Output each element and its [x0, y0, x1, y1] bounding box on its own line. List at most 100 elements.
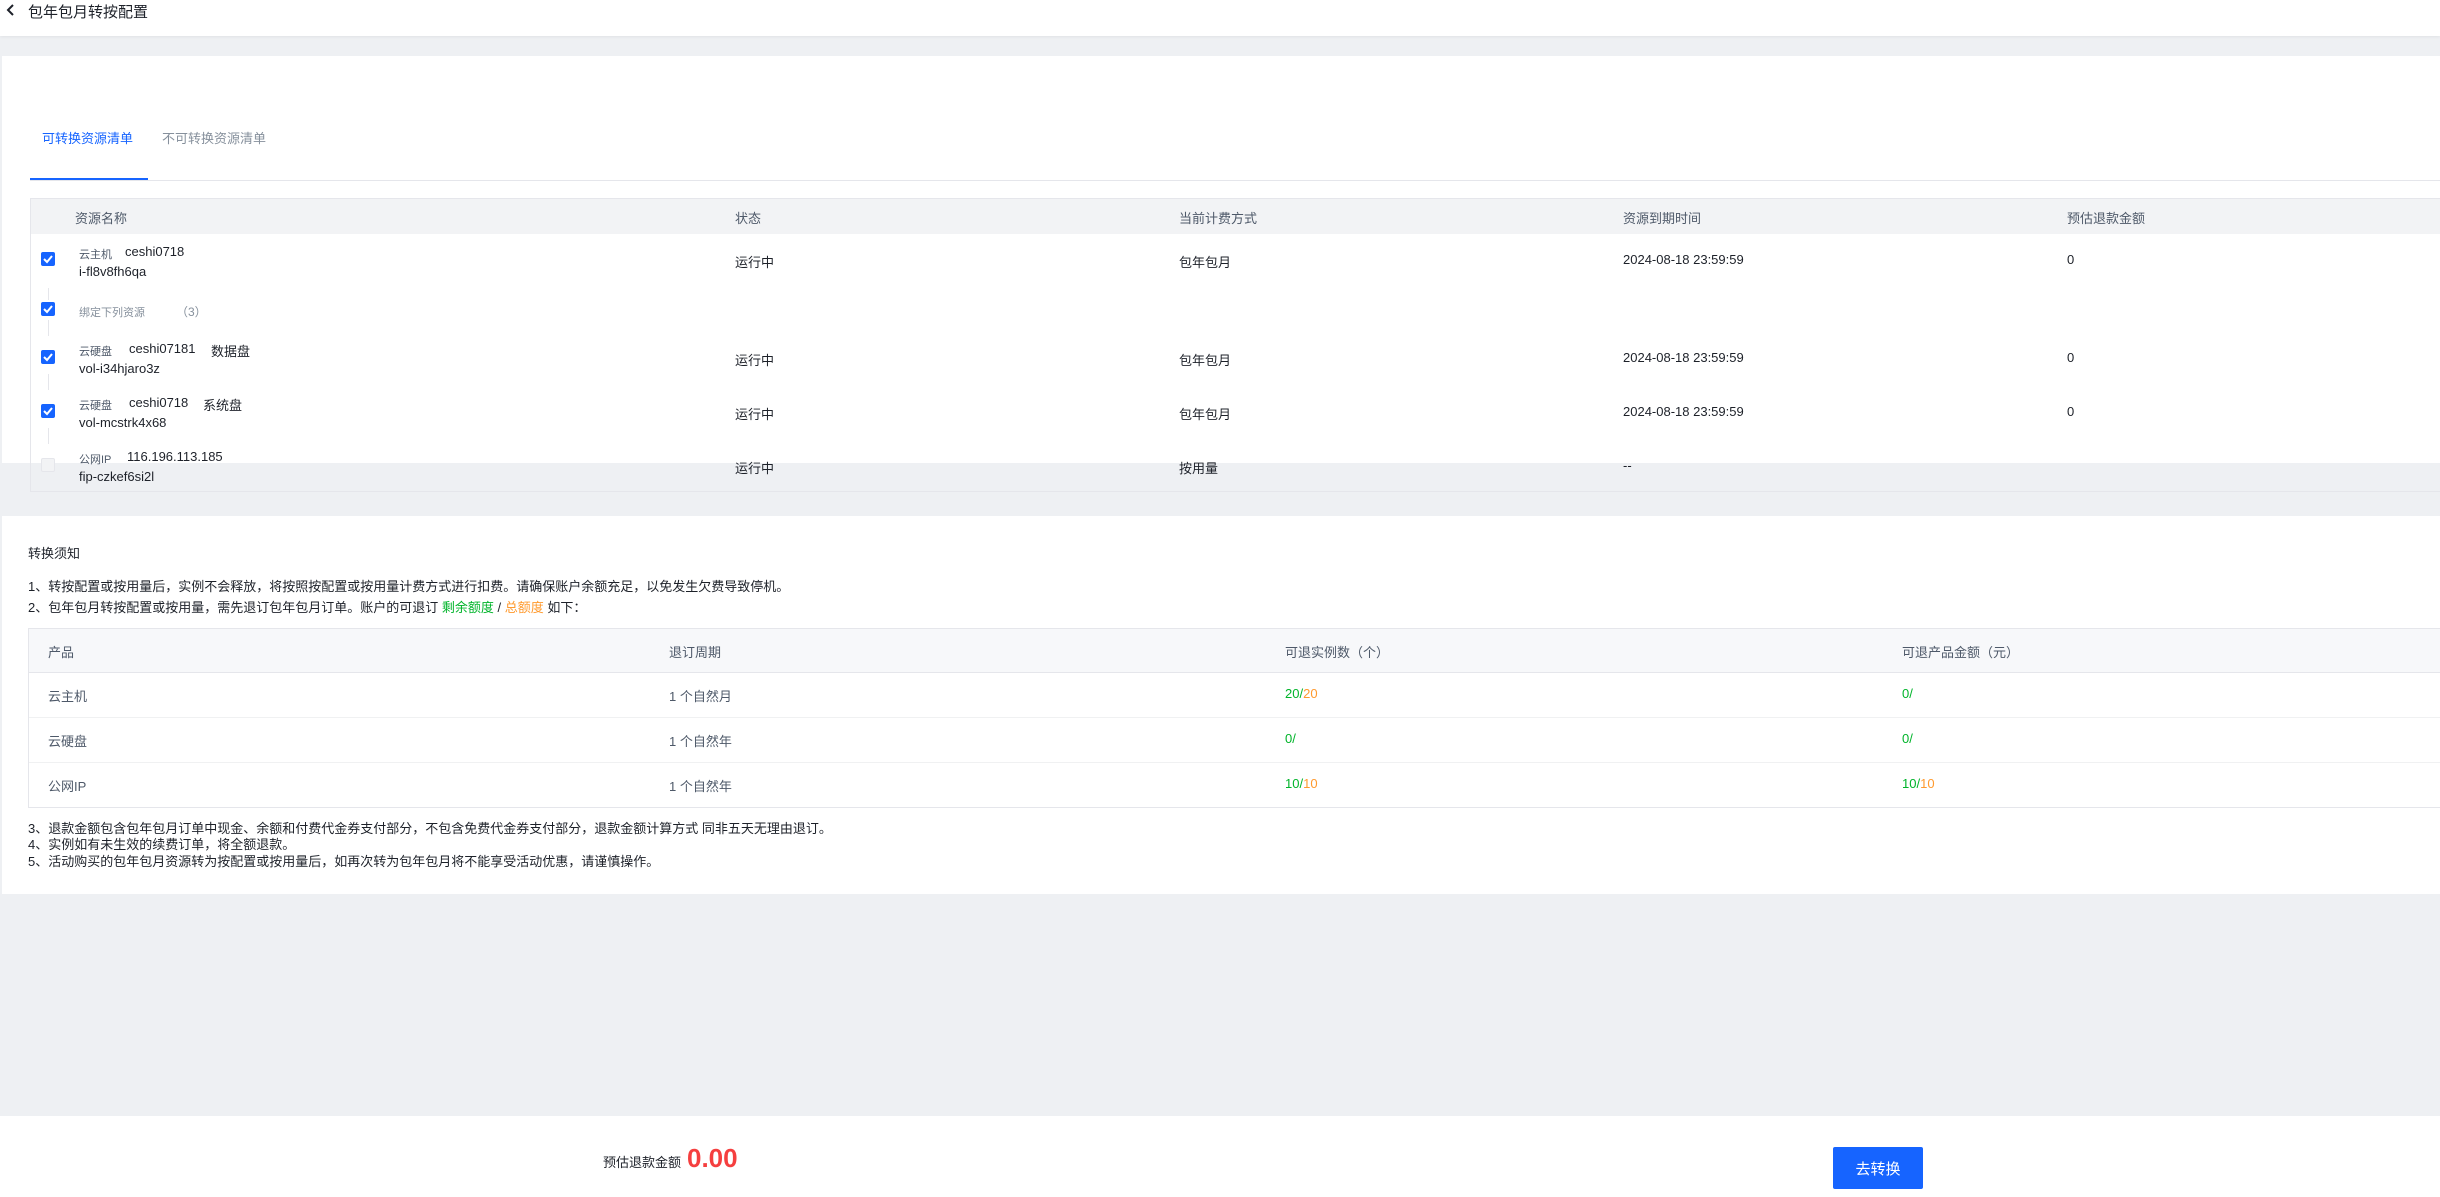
- row-checkbox[interactable]: [41, 350, 55, 364]
- quota-table-header: 产品 退订周期 可退实例数（个） 可退产品金额（元）: [29, 629, 2440, 673]
- column-amount: 可退产品金额（元）: [1902, 645, 2020, 660]
- table-header: 资源名称 状态 当前计费方式 资源到期时间 预估退款金额: [31, 199, 2440, 234]
- page-title: 包年包月转按配置: [28, 4, 149, 21]
- period-cell: 1 个自然年: [669, 779, 732, 794]
- column-expire: 资源到期时间: [1623, 211, 1702, 226]
- billing-cell: 按用量: [1179, 461, 1219, 476]
- resource-name: ceshi07181: [129, 341, 196, 356]
- instances-total: 10: [1303, 776, 1318, 791]
- quota-row: 公网IP 1 个自然年 10/10 10/10: [29, 763, 2440, 808]
- instances-remaining: 10: [1285, 776, 1300, 791]
- disk-role-tag: 系统盘: [203, 398, 243, 413]
- column-period: 退订周期: [669, 645, 722, 660]
- amount-cell: 0/: [1902, 686, 1913, 701]
- quota-row: 云主机 1 个自然月 20/20 0/: [29, 673, 2440, 718]
- bound-group-count: （3）: [176, 305, 207, 319]
- tree-connector: [48, 428, 49, 444]
- notice-line-5: 5、活动购买的包年包月资源转为按配置或按用量后，如再次转为包年包月将不能享受活动…: [28, 854, 660, 869]
- notice-line-1: 1、转按配置或按用量后，实例不会释放，将按照按配置或按用量计费方式进行扣费。请确…: [28, 579, 790, 594]
- tree-connector: [48, 374, 49, 390]
- billing-cell: 包年包月: [1179, 353, 1232, 368]
- instances-cell: 0/: [1285, 731, 1296, 746]
- tab-non-convertible[interactable]: 不可转换资源清单: [162, 128, 266, 147]
- resource-id: fip-czkef6si2l: [79, 469, 155, 484]
- product-cell: 云主机: [48, 689, 88, 704]
- resource-id: vol-i34hjaro3z: [79, 361, 160, 376]
- billing-cell: 包年包月: [1179, 255, 1232, 270]
- expire-cell: 2024-08-18 23:59:59: [1623, 350, 1744, 365]
- resource-name: ceshi0718: [125, 244, 185, 259]
- billing-cell: 包年包月: [1179, 407, 1232, 422]
- column-refund: 预估退款金额: [2067, 211, 2146, 226]
- resource-type: 云硬盘: [79, 346, 112, 358]
- table-row: 公网IP 116.196.113.185 fip-czkef6si2l 运行中 …: [31, 428, 2440, 492]
- column-instances: 可退实例数（个）: [1285, 645, 1390, 660]
- row-checkbox[interactable]: [41, 252, 55, 266]
- resource-table: 资源名称 状态 当前计费方式 资源到期时间 预估退款金额 云主机 ceshi07…: [30, 198, 2440, 492]
- table-row: 云硬盘 ceshi07181 数据盘 vol-i34hjaro3z 运行中 包年…: [31, 320, 2440, 384]
- tree-connector: [48, 288, 49, 300]
- expire-cell: 2024-08-18 23:59:59: [1623, 252, 1744, 267]
- table-row: 云主机 ceshi0718 i-fl8v8fh6qa 运行中 包年包月 2024…: [31, 234, 2440, 290]
- notice-title: 转换须知: [28, 546, 81, 561]
- notice-card: 转换须知 1、转按配置或按用量后，实例不会释放，将按照按配置或按用量计费方式进行…: [2, 516, 2440, 894]
- bound-group-label: 绑定下列资源: [79, 307, 145, 319]
- row-checkbox[interactable]: [41, 404, 55, 418]
- resource-type: 云硬盘: [79, 400, 112, 412]
- notice-line-2-suffix: 如下：: [547, 600, 587, 615]
- table-row: 云硬盘 ceshi0718 系统盘 vol-mcstrk4x68 运行中 包年包…: [31, 374, 2440, 438]
- total-quota-label: 总额度: [504, 600, 544, 615]
- resource-card: 可转换资源清单 不可转换资源清单 资源名称 状态 当前计费方式 资源到期时间 预…: [2, 56, 2440, 492]
- resource-name: ceshi0718: [129, 395, 189, 410]
- column-billing: 当前计费方式: [1179, 211, 1258, 226]
- estimated-refund-label: 预估退款金额: [603, 1155, 682, 1170]
- column-resource-name: 资源名称: [75, 211, 128, 226]
- quota-table: 产品 退订周期 可退实例数（个） 可退产品金额（元） 云主机 1 个自然月 20…: [28, 628, 2440, 808]
- instances-cell: 20/20: [1285, 686, 1318, 701]
- instances-total: 20: [1303, 686, 1318, 701]
- chevron-left-icon[interactable]: [4, 3, 18, 17]
- refund-cell: 0: [2067, 350, 2075, 365]
- tab-divider: [30, 180, 2440, 181]
- amount-remaining: 10: [1902, 776, 1917, 791]
- refund-cell: 0: [2067, 404, 2075, 419]
- status-cell: 运行中: [735, 353, 775, 368]
- check-icon: [43, 305, 53, 314]
- resource-type: 公网IP: [79, 454, 112, 466]
- instances-cell: 10/10: [1285, 776, 1318, 791]
- bound-group-checkbox[interactable]: [41, 302, 55, 316]
- bottom-action-bar: 预估退款金额 0.00 去转换: [0, 1116, 2440, 1197]
- top-bar: 包年包月转按配置: [0, 0, 2440, 36]
- bound-group-row: 绑定下列资源 （3）: [31, 288, 2440, 330]
- product-cell: 云硬盘: [48, 734, 88, 749]
- instances-remaining: 20: [1285, 686, 1300, 701]
- tab-convertible[interactable]: 可转换资源清单: [42, 128, 133, 147]
- check-icon: [43, 353, 53, 362]
- remaining-quota-label: 剩余额度: [441, 600, 494, 615]
- status-cell: 运行中: [735, 407, 775, 422]
- estimated-refund-value: 0.00: [687, 1143, 738, 1173]
- period-cell: 1 个自然年: [669, 734, 732, 749]
- tab-bar: 可转换资源清单 不可转换资源清单: [30, 92, 2440, 181]
- row-checkbox-disabled: [41, 458, 55, 472]
- amount-total: 10: [1920, 776, 1935, 791]
- quota-row: 云硬盘 1 个自然年 0/ 0/: [29, 718, 2440, 763]
- resource-type: 云主机: [79, 249, 112, 261]
- column-product: 产品: [48, 645, 75, 660]
- check-icon: [43, 255, 53, 264]
- refund-cell: 0: [2067, 252, 2075, 267]
- resource-id: vol-mcstrk4x68: [79, 415, 167, 430]
- column-status: 状态: [735, 211, 762, 226]
- tree-connector: [48, 320, 49, 336]
- check-icon: [43, 407, 53, 416]
- quota-separator: /: [497, 600, 502, 615]
- amount-cell: 0/: [1902, 731, 1913, 746]
- resource-name: 116.196.113.185: [127, 449, 223, 464]
- disk-role-tag: 数据盘: [211, 344, 251, 359]
- notice-line-2: 2、包年包月转按配置或按用量，需先退订包年包月订单。账户的可退订 剩余额度 / …: [28, 597, 586, 616]
- resource-id: i-fl8v8fh6qa: [79, 264, 147, 279]
- status-cell: 运行中: [735, 255, 775, 270]
- status-cell: 运行中: [735, 461, 775, 476]
- amount-cell: 10/10: [1902, 776, 1935, 791]
- convert-button[interactable]: 去转换: [1833, 1147, 1923, 1189]
